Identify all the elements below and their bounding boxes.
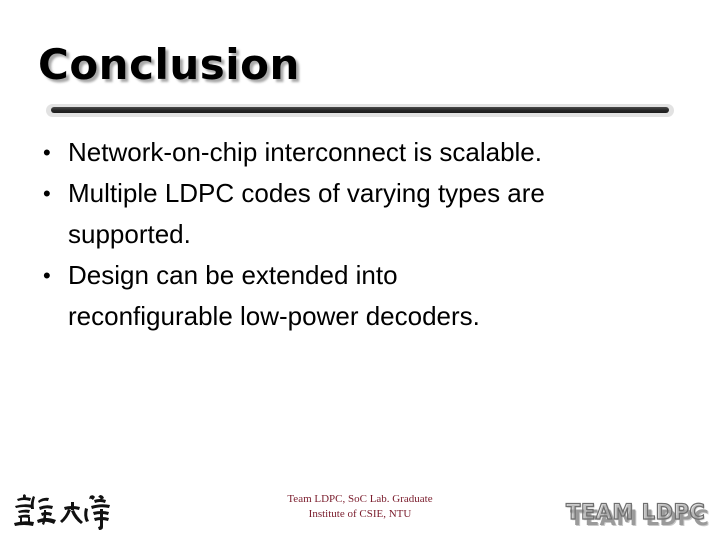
divider-bar bbox=[51, 107, 669, 113]
list-item-text: Network-on-chip interconnect is scalable… bbox=[68, 137, 542, 167]
bullet-icon: • bbox=[43, 181, 51, 206]
bullet-icon: • bbox=[43, 263, 51, 288]
list-item: • Design can be extended into reconfigur… bbox=[34, 255, 684, 337]
list-item-text: Design can be extended into reconfigurab… bbox=[68, 260, 480, 331]
list-item-text: Multiple LDPC codes of varying types are… bbox=[68, 178, 545, 249]
title-divider bbox=[44, 103, 676, 117]
team-ldpc-logo-text: TEAM LDPC bbox=[565, 499, 706, 524]
slide-body: • Network-on-chip interconnect is scalab… bbox=[34, 132, 684, 337]
page-title: Conclusion bbox=[38, 40, 300, 89]
ntu-calligraphy-logo bbox=[8, 487, 118, 537]
list-item: • Multiple LDPC codes of varying types a… bbox=[34, 173, 684, 255]
slide-title-container: Conclusion bbox=[38, 42, 678, 98]
presentation-slide: Conclusion • Network-on-chip interconnec… bbox=[0, 0, 720, 540]
bullet-icon: • bbox=[43, 140, 51, 165]
list-item: • Network-on-chip interconnect is scalab… bbox=[34, 132, 684, 173]
team-ldpc-logo: TEAM LDPC TEAM LDPC bbox=[565, 498, 712, 532]
